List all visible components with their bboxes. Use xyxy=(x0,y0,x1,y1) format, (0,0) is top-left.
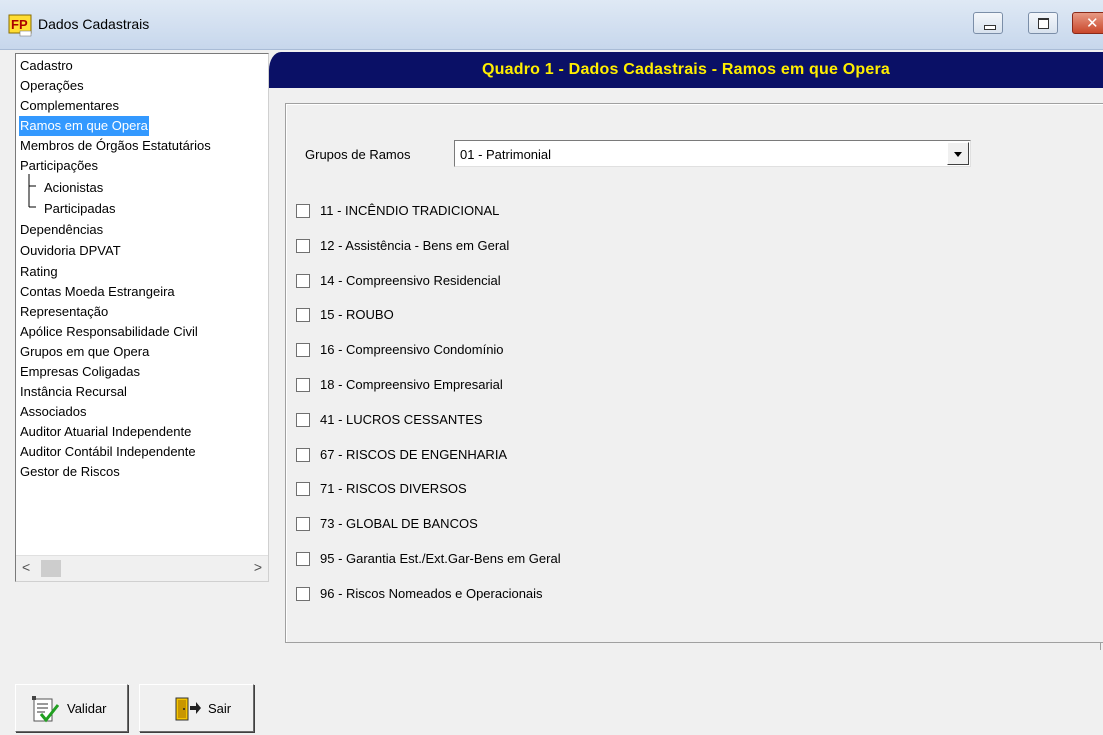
tree-item[interactable]: Representação xyxy=(19,302,109,322)
tree-item[interactable]: Participadas xyxy=(43,199,117,219)
tree-item[interactable]: Membros de Órgãos Estatutários xyxy=(19,136,212,156)
page-title: Quadro 1 - Dados Cadastrais - Ramos em q… xyxy=(482,61,890,78)
svg-text:FP: FP xyxy=(11,17,28,32)
tree-item[interactable]: Auditor Contábil Independente xyxy=(19,442,197,462)
tree-item[interactable]: Auditor Atuarial Independente xyxy=(19,422,192,442)
tree-item[interactable]: Operações xyxy=(19,76,85,96)
checkbox-label: 71 - RISCOS DIVERSOS xyxy=(320,481,467,496)
tree-item[interactable]: Dependências xyxy=(19,220,104,240)
checkbox-label: 18 - Compreensivo Empresarial xyxy=(320,377,503,392)
scroll-left-icon[interactable]: < xyxy=(22,559,30,575)
maximize-button[interactable] xyxy=(1028,12,1058,34)
checkbox-label: 95 - Garantia Est./Ext.Gar-Bens em Geral xyxy=(320,551,561,566)
scroll-right-icon[interactable]: > xyxy=(254,559,262,575)
section-header-banner: Quadro 1 - Dados Cadastrais - Ramos em q… xyxy=(269,52,1103,88)
title-bar[interactable]: FP Dados Cadastrais ✕ xyxy=(0,0,1103,50)
fp-app-icon: FP xyxy=(8,14,32,37)
tree-item[interactable]: Associados xyxy=(19,402,87,422)
checkbox[interactable] xyxy=(296,448,310,462)
checkbox[interactable] xyxy=(296,413,310,427)
checkbox[interactable] xyxy=(296,239,310,253)
tree-item[interactable]: Ramos em que Opera xyxy=(19,116,149,136)
navigation-tree[interactable]: Cadastro Operações Complementares Ramos em … xyxy=(15,53,269,582)
checkbox-label: 41 - LUCROS CESSANTES xyxy=(320,412,483,427)
grupos-de-ramos-label: Grupos de Ramos xyxy=(305,147,411,162)
checkbox[interactable] xyxy=(296,274,310,288)
checkbox[interactable] xyxy=(296,482,310,496)
close-icon: ✕ xyxy=(1086,14,1099,32)
tree-item[interactable]: Rating xyxy=(19,262,59,282)
tree-item[interactable]: Grupos em que Opera xyxy=(19,342,150,362)
dropdown-arrow-icon[interactable] xyxy=(947,142,969,165)
tree-horizontal-scrollbar[interactable]: < > xyxy=(16,555,268,581)
checklist-icon xyxy=(32,696,59,723)
window-title: Dados Cadastrais xyxy=(38,16,150,32)
close-button[interactable]: ✕ xyxy=(1072,12,1103,34)
checkbox-label: 96 - Riscos Nomeados e Operacionais xyxy=(320,586,543,601)
tree-item[interactable]: Acionistas xyxy=(43,178,104,198)
validar-button[interactable]: Validar xyxy=(15,684,128,732)
scrollbar-thumb[interactable] xyxy=(41,560,61,577)
checkbox-label: 12 - Assistência - Bens em Geral xyxy=(320,238,510,253)
validar-label: Validar xyxy=(67,701,107,716)
tree-item[interactable]: Contas Moeda Estrangeira xyxy=(19,282,176,302)
checkbox[interactable] xyxy=(296,587,310,601)
checkbox[interactable] xyxy=(296,343,310,357)
checkbox[interactable] xyxy=(296,378,310,392)
tree-item[interactable]: Gestor de Riscos xyxy=(19,462,121,482)
grupos-de-ramos-select[interactable]: 01 - Patrimonial xyxy=(454,140,971,167)
tree-item[interactable]: Complementares xyxy=(19,96,120,116)
checkbox-label: 73 - GLOBAL DE BANCOS xyxy=(320,516,478,531)
checkbox-label: 14 - Compreensivo Residencial xyxy=(320,273,501,288)
checkbox[interactable] xyxy=(296,204,310,218)
checkbox-label: 15 - ROUBO xyxy=(320,307,394,322)
checkbox-label: 11 - INCÊNDIO TRADICIONAL xyxy=(320,203,500,218)
tree-item[interactable]: Instância Recursal xyxy=(19,382,128,402)
tree-item[interactable]: Participações xyxy=(19,156,99,176)
tree-connector-lines xyxy=(28,174,36,208)
tree-item[interactable]: Apólice Responsabilidade Civil xyxy=(19,322,199,342)
checkbox[interactable] xyxy=(296,517,310,531)
checkbox[interactable] xyxy=(296,552,310,566)
sair-button[interactable]: Sair xyxy=(139,684,254,732)
checkbox-label: 16 - Compreensivo Condomínio xyxy=(320,342,504,357)
minimize-button[interactable] xyxy=(973,12,1003,34)
tree-item[interactable]: Cadastro xyxy=(19,56,74,76)
checkbox[interactable] xyxy=(296,308,310,322)
checkbox-label: 67 - RISCOS DE ENGENHARIA xyxy=(320,447,508,462)
exit-door-icon xyxy=(175,697,201,721)
grupos-de-ramos-value: 01 - Patrimonial xyxy=(460,147,552,162)
sair-label: Sair xyxy=(208,701,232,716)
tree-item[interactable]: Ouvidoria DPVAT xyxy=(19,241,122,261)
tree-item[interactable]: Empresas Coligadas xyxy=(19,362,141,382)
